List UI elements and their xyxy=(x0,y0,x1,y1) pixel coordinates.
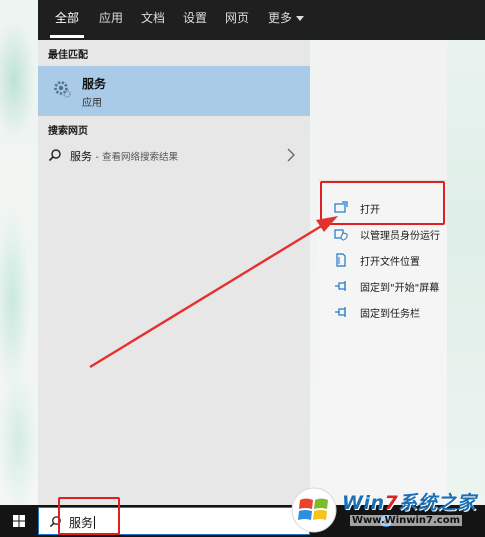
action-label: 固定到"开始"屏幕 xyxy=(360,283,440,294)
watermark-title-post: 系统之家 xyxy=(398,492,477,514)
desktop-wallpaper-right xyxy=(447,40,485,505)
tab-apps[interactable]: 应用 xyxy=(94,0,128,36)
tab-settings[interactable]: 设置 xyxy=(178,0,212,36)
tab-label: 更多 xyxy=(267,11,292,25)
chevron-right-icon[interactable] xyxy=(286,148,296,162)
action-label: 打开文件位置 xyxy=(360,257,420,268)
pin-icon xyxy=(335,281,346,291)
action-label: 以管理员身份运行 xyxy=(360,231,440,242)
web-search-hint: - 查看网络搜索结果 xyxy=(95,152,178,163)
gear-icon xyxy=(54,81,71,98)
pin-icon xyxy=(335,307,346,317)
site-watermark: Win7系统之家 Www.Winwin7.com xyxy=(288,482,485,537)
best-match-title: 服务 xyxy=(82,77,107,91)
best-match-item[interactable]: 服务 应用 xyxy=(38,66,310,116)
admin-shield-icon xyxy=(334,229,348,241)
tab-label: 设置 xyxy=(182,11,207,25)
watermark-url: Www.Winwin7.com xyxy=(350,515,463,526)
tab-all[interactable]: 全部 xyxy=(50,0,84,38)
tab-label: 全部 xyxy=(54,11,79,25)
watermark-title: Win7系统之家 xyxy=(342,488,476,515)
chevron-down-icon xyxy=(296,16,304,21)
windows-logo-icon[interactable] xyxy=(0,505,38,537)
tab-label: 应用 xyxy=(98,11,123,25)
tab-web[interactable]: 网页 xyxy=(220,0,254,36)
best-match-header: 最佳匹配 xyxy=(48,50,88,61)
web-search-item[interactable]: 服务 - 查看网络搜索结果 xyxy=(38,140,310,170)
web-search-text: 服务 - 查看网络搜索结果 xyxy=(70,148,178,164)
highlight-open-box xyxy=(320,181,445,225)
watermark-title-pre: Win xyxy=(342,492,385,514)
search-results-pane: 最佳匹配 服务 应用 搜索网页 服务 - 查看网络搜索结果 xyxy=(38,40,310,505)
file-location-icon xyxy=(336,253,346,267)
tab-more[interactable]: 更多 xyxy=(262,0,310,36)
search-scope-tabs: 全部 应用 文档 设置 网页 更多 xyxy=(38,0,485,40)
tab-label: 网页 xyxy=(224,11,249,25)
highlight-search-box xyxy=(58,497,120,535)
web-search-query: 服务 xyxy=(70,150,92,163)
preview-header-content: 服务 应用 xyxy=(318,40,447,180)
web-search-header: 搜索网页 xyxy=(48,126,88,137)
windows7-logo-icon xyxy=(291,487,337,533)
action-label: 固定到任务栏 xyxy=(360,309,420,320)
tab-documents[interactable]: 文档 xyxy=(136,0,170,36)
watermark-title-num: 7 xyxy=(384,492,399,514)
preview-pane: 服务 应用 打开 以管理员身份运行 打开文件位置 固定到"开始"屏幕 xyxy=(318,40,447,505)
search-icon xyxy=(48,149,61,162)
tab-label: 文档 xyxy=(140,11,165,25)
best-match-subtitle: 应用 xyxy=(82,98,102,109)
